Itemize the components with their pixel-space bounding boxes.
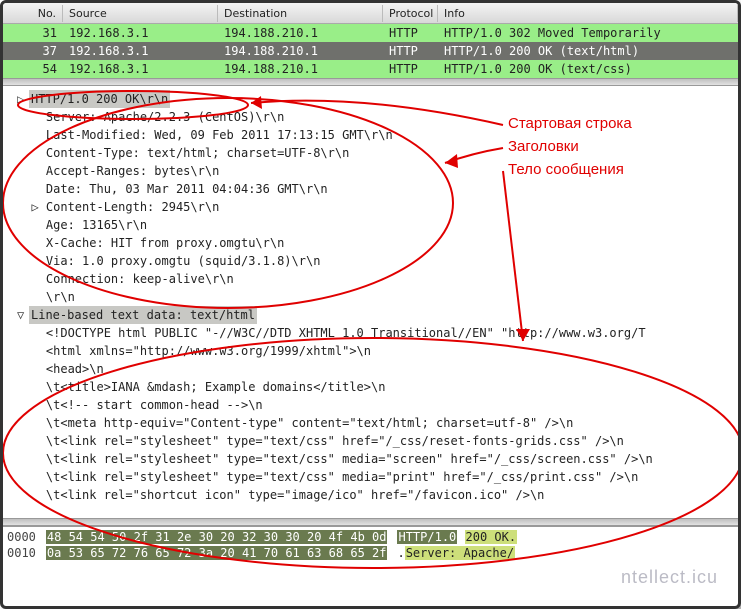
detail-row[interactable]: \t<link rel="stylesheet" type="text/css"… bbox=[17, 468, 738, 486]
packet-row[interactable]: 54192.168.3.1194.188.210.1HTTPHTTP/1.0 2… bbox=[3, 60, 738, 78]
detail-row[interactable]: Connection: keep-alive\r\n bbox=[17, 270, 738, 288]
detail-row[interactable]: ▽ Line-based text data: text/html bbox=[17, 306, 738, 324]
detail-row[interactable]: \t<link rel="stylesheet" type="text/css"… bbox=[17, 450, 738, 468]
detail-row[interactable]: Accept-Ranges: bytes\r\n bbox=[17, 162, 738, 180]
detail-row[interactable]: X-Cache: HIT from proxy.omgtu\r\n bbox=[17, 234, 738, 252]
hex-dump[interactable]: 00000010 48 54 54 50 2f 31 2e 30 20 32 3… bbox=[3, 526, 738, 563]
packet-row[interactable]: 31192.168.3.1194.188.210.1HTTPHTTP/1.0 3… bbox=[3, 24, 738, 42]
pane-splitter-top[interactable] bbox=[3, 78, 738, 86]
packet-list[interactable]: No. Source Destination Protocol Info 311… bbox=[3, 3, 738, 78]
col-destination[interactable]: Destination bbox=[218, 5, 383, 22]
col-no[interactable]: No. bbox=[3, 5, 63, 22]
detail-row[interactable]: \t<!-- start common-head -->\n bbox=[17, 396, 738, 414]
detail-row[interactable]: \t<link rel="stylesheet" type="text/css"… bbox=[17, 432, 738, 450]
detail-row[interactable]: Via: 1.0 proxy.omgtu (squid/3.1.8)\r\n bbox=[17, 252, 738, 270]
packet-list-header: No. Source Destination Protocol Info bbox=[3, 3, 738, 24]
detail-row[interactable]: Last-Modified: Wed, 09 Feb 2011 17:13:15… bbox=[17, 126, 738, 144]
detail-row[interactable]: Date: Thu, 03 Mar 2011 04:04:36 GMT\r\n bbox=[17, 180, 738, 198]
detail-row[interactable]: <html xmlns="http://www.w3.org/1999/xhtm… bbox=[17, 342, 738, 360]
detail-row[interactable]: \t<link rel="shortcut icon" type="image/… bbox=[17, 486, 738, 504]
pane-splitter-bottom[interactable] bbox=[3, 518, 738, 526]
detail-row[interactable]: ▷ HTTP/1.0 200 OK\r\n bbox=[17, 90, 738, 108]
detail-row[interactable]: <head>\n bbox=[17, 360, 738, 378]
detail-row[interactable]: Content-Type: text/html; charset=UTF-8\r… bbox=[17, 144, 738, 162]
detail-row[interactable]: Server: Apache/2.2.3 (CentOS)\r\n bbox=[17, 108, 738, 126]
detail-row[interactable]: <!DOCTYPE html PUBLIC "-//W3C//DTD XHTML… bbox=[17, 324, 738, 342]
packet-row[interactable]: 37192.168.3.1194.188.210.1HTTPHTTP/1.0 2… bbox=[3, 42, 738, 60]
col-source[interactable]: Source bbox=[63, 5, 218, 22]
col-protocol[interactable]: Protocol bbox=[383, 5, 438, 22]
packet-detail[interactable]: ▷ HTTP/1.0 200 OK\r\n Server: Apache/2.2… bbox=[3, 86, 738, 518]
detail-row[interactable]: \t<title>IANA &mdash; Example domains</t… bbox=[17, 378, 738, 396]
detail-row[interactable]: Age: 13165\r\n bbox=[17, 216, 738, 234]
detail-row[interactable]: \r\n bbox=[17, 288, 738, 306]
detail-row[interactable]: \t<meta http-equiv="Content-type" conten… bbox=[17, 414, 738, 432]
col-info[interactable]: Info bbox=[438, 5, 738, 22]
detail-row[interactable]: ▷ Content-Length: 2945\r\n bbox=[17, 198, 738, 216]
